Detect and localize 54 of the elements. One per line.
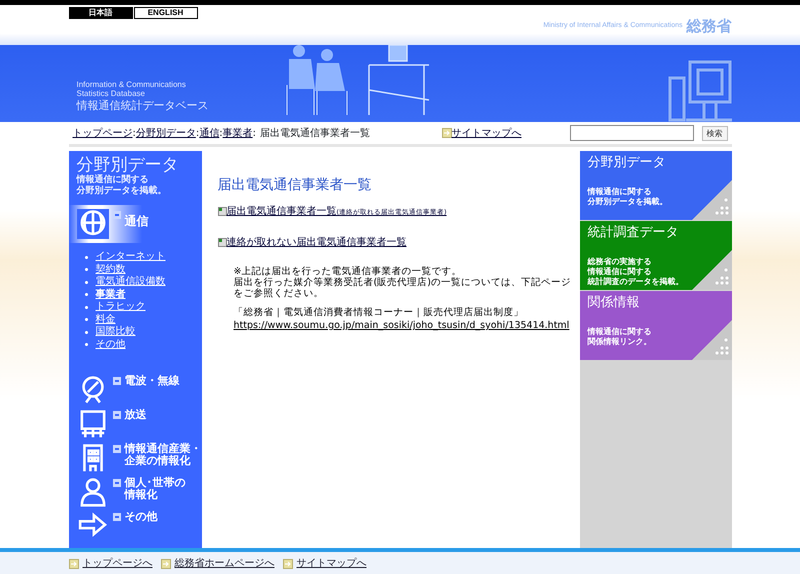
category-item[interactable]: 個人･世帯の 情報化 <box>68 477 202 507</box>
database-english-title: Information & Communications <box>76 80 187 88</box>
notice-text: 届出を行った媒介等業務受託者(販売代理店)の一覧については、下記ページをご参照ください。 <box>234 277 572 299</box>
banner-description: 情報通信に関する <box>588 327 652 337</box>
banner-link[interactable]: 関係情報 情報通信に関する 関係情報リンク。 <box>580 291 732 360</box>
document-link[interactable]: 連絡が取れない届出電気通信事業者一覧 <box>226 235 406 250</box>
url-link[interactable]: https://www.soumu.go.jp/main_sosiki/joho_tsusin/d_syohi/135414.html <box>234 320 570 331</box>
breadcrumb-separator: : <box>196 128 200 138</box>
database-english-title: Statistics Database <box>76 88 146 98</box>
breadcrumb-separator: : <box>219 128 223 138</box>
banner-description: 情報通信に関する <box>588 267 652 277</box>
language-tab[interactable]: ENGLISH <box>134 7 198 19</box>
banner-description: 情報通信に関する <box>588 187 652 197</box>
subcategory-link[interactable]: インターネット <box>96 251 166 264</box>
breadcrumb-separator: : <box>252 128 256 138</box>
footer-link[interactable]: トップページへ <box>82 556 152 571</box>
language-tab[interactable]: 日本語 <box>68 7 132 19</box>
reference-text: 「総務省｜電気通信消費者情報コーナー｜販売代理店届出制度」 <box>234 307 524 318</box>
category-item[interactable]: 電波・無線 <box>68 375 202 405</box>
banner-description: 統計調査のデータを掲載。 <box>588 277 684 287</box>
subcategory-link[interactable]: 国際比較 <box>96 326 136 338</box>
subcategory-link[interactable]: 事業者 <box>96 288 126 301</box>
banner-link[interactable]: 分野別データ 情報通信に関する 分野別データを掲載。 <box>580 151 732 220</box>
banner-title: 分野別データ <box>588 155 666 171</box>
breadcrumb-link[interactable]: トップページ <box>72 128 132 138</box>
sidebar-heading: 分野別データ <box>76 155 180 175</box>
banner-description: 分野別データを掲載。 <box>588 197 668 207</box>
banner-title: 関係情報 <box>588 295 640 311</box>
category-item[interactable]: その他 <box>68 511 202 541</box>
footer-link[interactable]: サイトマップへ <box>296 556 366 571</box>
sidebar-subtitle: 情報通信に関する <box>76 175 150 185</box>
database-title: 情報通信統計データベース <box>76 98 210 114</box>
banner-link[interactable]: 統計調査データ 総務省の実施する 情報通信に関する 統計調査のデータを掲載。 <box>580 221 732 290</box>
subcategory-link[interactable]: その他 <box>96 338 126 351</box>
notice-text: ※上記は届出を行った電気通信事業者の一覧です。 <box>234 266 462 277</box>
footer-link[interactable]: 総務省ホームページへ <box>174 556 274 571</box>
sidebar-subtitle: 分野別データを掲載。 <box>76 186 168 197</box>
category-item[interactable]: 放送 <box>68 409 202 439</box>
breadcrumb-separator: : <box>132 128 136 138</box>
sitemap-link[interactable]: サイトマップへ <box>452 126 522 140</box>
breadcrumb-current: 届出電気通信事業者一覧 <box>260 128 370 138</box>
breadcrumb-link[interactable]: 通信 <box>199 128 220 138</box>
subcategory-link[interactable]: トラヒック <box>96 301 146 314</box>
banner-title: 統計調査データ <box>588 225 680 241</box>
category-item[interactable]: 情報通信産業・ 企業の情報化 <box>68 443 202 473</box>
page-title: 届出電気通信事業者一覧 <box>218 176 372 195</box>
subcategory-link[interactable]: 契約数 <box>96 264 126 276</box>
search-button[interactable]: 検索 <box>702 126 728 140</box>
banner-description: 関係情報リンク。 <box>588 337 652 347</box>
banner-description: 総務省の実施する <box>588 257 652 267</box>
breadcrumb-link[interactable]: 事業者 <box>222 128 253 138</box>
subcategory-link[interactable]: 料金 <box>96 314 116 326</box>
subcategory-link[interactable]: 電気通信設備数 <box>96 276 166 288</box>
breadcrumb-link[interactable]: 分野別データ <box>136 128 196 138</box>
